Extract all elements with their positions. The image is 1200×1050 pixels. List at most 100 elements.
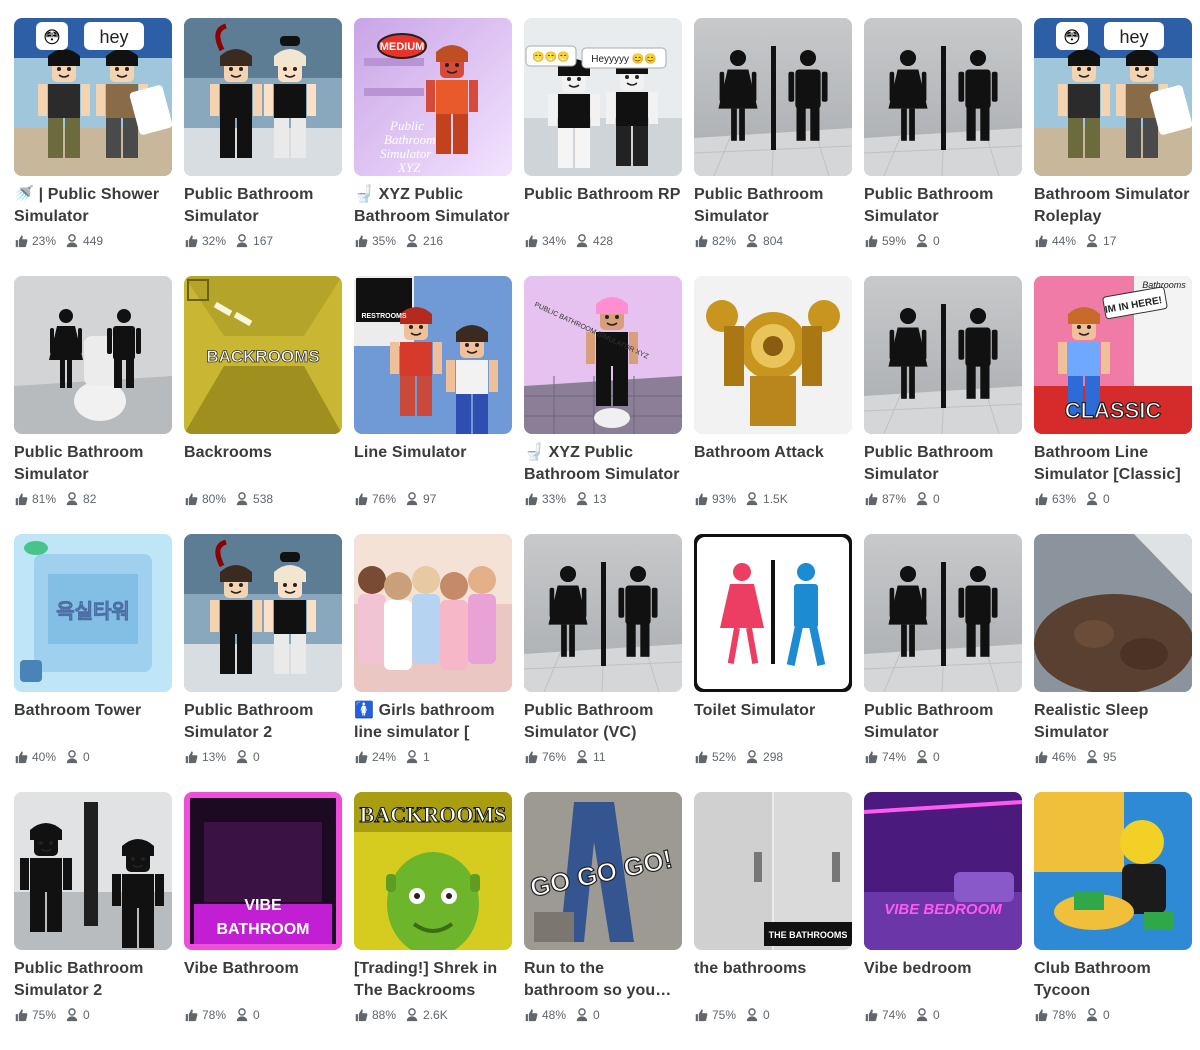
game-thumbnail[interactable] [14, 276, 172, 434]
game-card[interactable]: Public Bathroom Simulator 81% 82 [14, 276, 172, 526]
game-thumbnail[interactable]: PUBLIC BATHROOM SIMULATOR XYZ [524, 276, 682, 434]
game-card[interactable]: Public Bathroom Simulator 74% 0 [864, 534, 1022, 784]
game-title[interactable]: Public Bathroom Simulator [864, 184, 1022, 228]
game-thumbnail[interactable]: BACKROOMS [184, 276, 342, 434]
game-thumbnail[interactable] [1034, 792, 1192, 950]
game-thumbnail[interactable]: GO GO GO! [524, 792, 682, 950]
game-card[interactable]: 🚺 Girls bathroom line simulator [ 24% 1 [354, 534, 512, 784]
player-count: 82 [83, 492, 97, 506]
game-title[interactable]: Vibe Bathroom [184, 958, 342, 1002]
game-thumbnail[interactable]: THE BATHROOMS [694, 792, 852, 950]
game-thumbnail[interactable]: MEDIUM Public Bathroom Simulator XYZ [354, 18, 512, 176]
game-card[interactable]: 욕실타워 Bathroom Tower 40% 0 [14, 534, 172, 784]
game-title[interactable]: Public Bathroom Simulator 2 [14, 958, 172, 1002]
game-stats: 74% 0 [864, 748, 1022, 766]
game-title[interactable]: Public Bathroom Simulator 2 [184, 700, 342, 744]
game-title[interactable]: Backrooms [184, 442, 342, 486]
game-card[interactable]: 😳 hey 🚿 | Public Shower Simulator 23% 449 [14, 18, 172, 268]
game-thumbnail[interactable]: IM IN HERE! Bathrooms CLASSIC [1034, 276, 1192, 434]
game-card[interactable]: VIBE BATHROOM Vibe Bathroom 78% 0 [184, 792, 342, 1042]
thumbnail-art [1034, 792, 1192, 950]
game-thumbnail[interactable] [694, 18, 852, 176]
player-count: 1.5K [763, 492, 788, 506]
game-title[interactable]: 🚿 | Public Shower Simulator [14, 184, 172, 228]
game-title[interactable]: 🚽 XYZ Public Bathroom Simulator [524, 442, 682, 486]
game-card[interactable]: 😁😁😁 Heyyyyy 😊😊 Public Bathroom RP 34% 428 [524, 18, 682, 268]
game-card[interactable]: BACKROOMS Backrooms 80% 538 [184, 276, 342, 526]
game-title[interactable]: 🚺 Girls bathroom line simulator [ [354, 700, 512, 744]
rating-stat: 13% [184, 750, 226, 764]
game-thumbnail[interactable] [694, 276, 852, 434]
game-card[interactable]: Bathroom Attack 93% 1.5K [694, 276, 852, 526]
game-title[interactable]: Toilet Simulator [694, 700, 852, 744]
game-title[interactable]: Run to the bathroom so you don't pee [524, 958, 682, 1002]
game-title[interactable]: Public Bathroom Simulator [184, 184, 342, 228]
game-thumbnail[interactable] [14, 792, 172, 950]
game-title[interactable]: Line Simulator [354, 442, 512, 486]
game-thumbnail[interactable] [524, 534, 682, 692]
game-title[interactable]: Vibe bedroom [864, 958, 1022, 1002]
thumbs-up-icon [865, 751, 878, 764]
game-card[interactable]: IM IN HERE! Bathrooms CLASSIC Bathroom Line… [1034, 276, 1192, 526]
thumbnail-art [14, 792, 172, 950]
game-card[interactable]: 😳 hey Bathroom Simulator Roleplay 44% 17 [1034, 18, 1192, 268]
game-title[interactable]: 🚽 XYZ Public Bathroom Simulator [354, 184, 512, 228]
game-title[interactable]: Public Bathroom Simulator [864, 442, 1022, 486]
game-card[interactable]: Club Bathroom Tycoon 78% 0 [1034, 792, 1192, 1042]
game-card[interactable]: Public Bathroom Simulator 59% 0 [864, 18, 1022, 268]
game-card[interactable]: PUBLIC BATHROOM SIMULATOR XYZ 🚽 XYZ Publi… [524, 276, 682, 526]
players-icon [406, 1008, 418, 1022]
game-card[interactable]: VIBE BEDROOM Vibe bedroom 74% 0 [864, 792, 1022, 1042]
game-thumbnail[interactable] [694, 534, 852, 692]
game-title[interactable]: the bathrooms [694, 958, 852, 1002]
player-count: 0 [253, 1008, 260, 1022]
game-title[interactable]: Public Bathroom Simulator [694, 184, 852, 228]
game-title[interactable]: Bathroom Line Simulator [Classic] [1034, 442, 1192, 486]
game-thumbnail[interactable]: RESTROOMS [354, 276, 512, 434]
game-card[interactable]: GO GO GO! Run to the bathroom so you don'… [524, 792, 682, 1042]
game-card[interactable]: Public Bathroom Simulator 82% 804 [694, 18, 852, 268]
game-title[interactable]: Bathroom Simulator Roleplay [1034, 184, 1192, 228]
players-icon [66, 1008, 78, 1022]
game-title[interactable]: [Trading!] Shrek in The Backrooms [354, 958, 512, 1002]
game-thumbnail[interactable]: 😁😁😁 Heyyyyy 😊😊 [524, 18, 682, 176]
game-card[interactable]: Public Bathroom Simulator 2 75% 0 [14, 792, 172, 1042]
game-thumbnail[interactable]: VIBE BEDROOM [864, 792, 1022, 950]
game-thumbnail[interactable]: BACKROOMS [354, 792, 512, 950]
thumbnail-text: Public [389, 118, 424, 133]
game-card[interactable]: THE BATHROOMS the bathrooms 75% 0 [694, 792, 852, 1042]
game-card[interactable]: Public Bathroom Simulator 32% 167 [184, 18, 342, 268]
game-thumbnail[interactable]: 욕실타워 [14, 534, 172, 692]
game-title[interactable]: Realistic Sleep Simulator [1034, 700, 1192, 744]
game-card[interactable]: RESTROOMS Line Simulator 76% 97 [354, 276, 512, 526]
game-title[interactable]: Public Bathroom Simulator [864, 700, 1022, 744]
game-thumbnail[interactable]: 😳 hey [1034, 18, 1192, 176]
game-card[interactable]: Toilet Simulator 52% 298 [694, 534, 852, 784]
game-title[interactable]: Bathroom Tower [14, 700, 172, 744]
thumbs-up-icon [185, 493, 198, 506]
players-stat: 1 [405, 750, 430, 764]
game-thumbnail[interactable] [864, 18, 1022, 176]
players-icon [406, 492, 418, 506]
player-count: 95 [1103, 750, 1117, 764]
game-title[interactable]: Club Bathroom Tycoon [1034, 958, 1192, 1002]
game-thumbnail[interactable] [184, 534, 342, 692]
game-title[interactable]: Public Bathroom Simulator [14, 442, 172, 486]
game-thumbnail[interactable] [354, 534, 512, 692]
game-title[interactable]: Bathroom Attack [694, 442, 852, 486]
game-card[interactable]: BACKROOMS [Trading!] Shrek in The Backroo… [354, 792, 512, 1042]
game-card[interactable]: Public Bathroom Simulator 87% 0 [864, 276, 1022, 526]
game-thumbnail[interactable]: 😳 hey [14, 18, 172, 176]
game-thumbnail[interactable] [864, 276, 1022, 434]
game-title[interactable]: Public Bathroom Simulator (VC) [524, 700, 682, 744]
players-icon [66, 492, 78, 506]
game-card[interactable]: Public Bathroom Simulator (VC) 76% 11 [524, 534, 682, 784]
game-card[interactable]: MEDIUM Public Bathroom Simulator XYZ 🚽 XYZ Pu… [354, 18, 512, 268]
game-thumbnail[interactable] [184, 18, 342, 176]
game-card[interactable]: Public Bathroom Simulator 2 13% 0 [184, 534, 342, 784]
game-thumbnail[interactable] [864, 534, 1022, 692]
game-title[interactable]: Public Bathroom RP [524, 184, 682, 228]
game-thumbnail[interactable] [1034, 534, 1192, 692]
game-card[interactable]: Realistic Sleep Simulator 46% 95 [1034, 534, 1192, 784]
game-thumbnail[interactable]: VIBE BATHROOM [184, 792, 342, 950]
